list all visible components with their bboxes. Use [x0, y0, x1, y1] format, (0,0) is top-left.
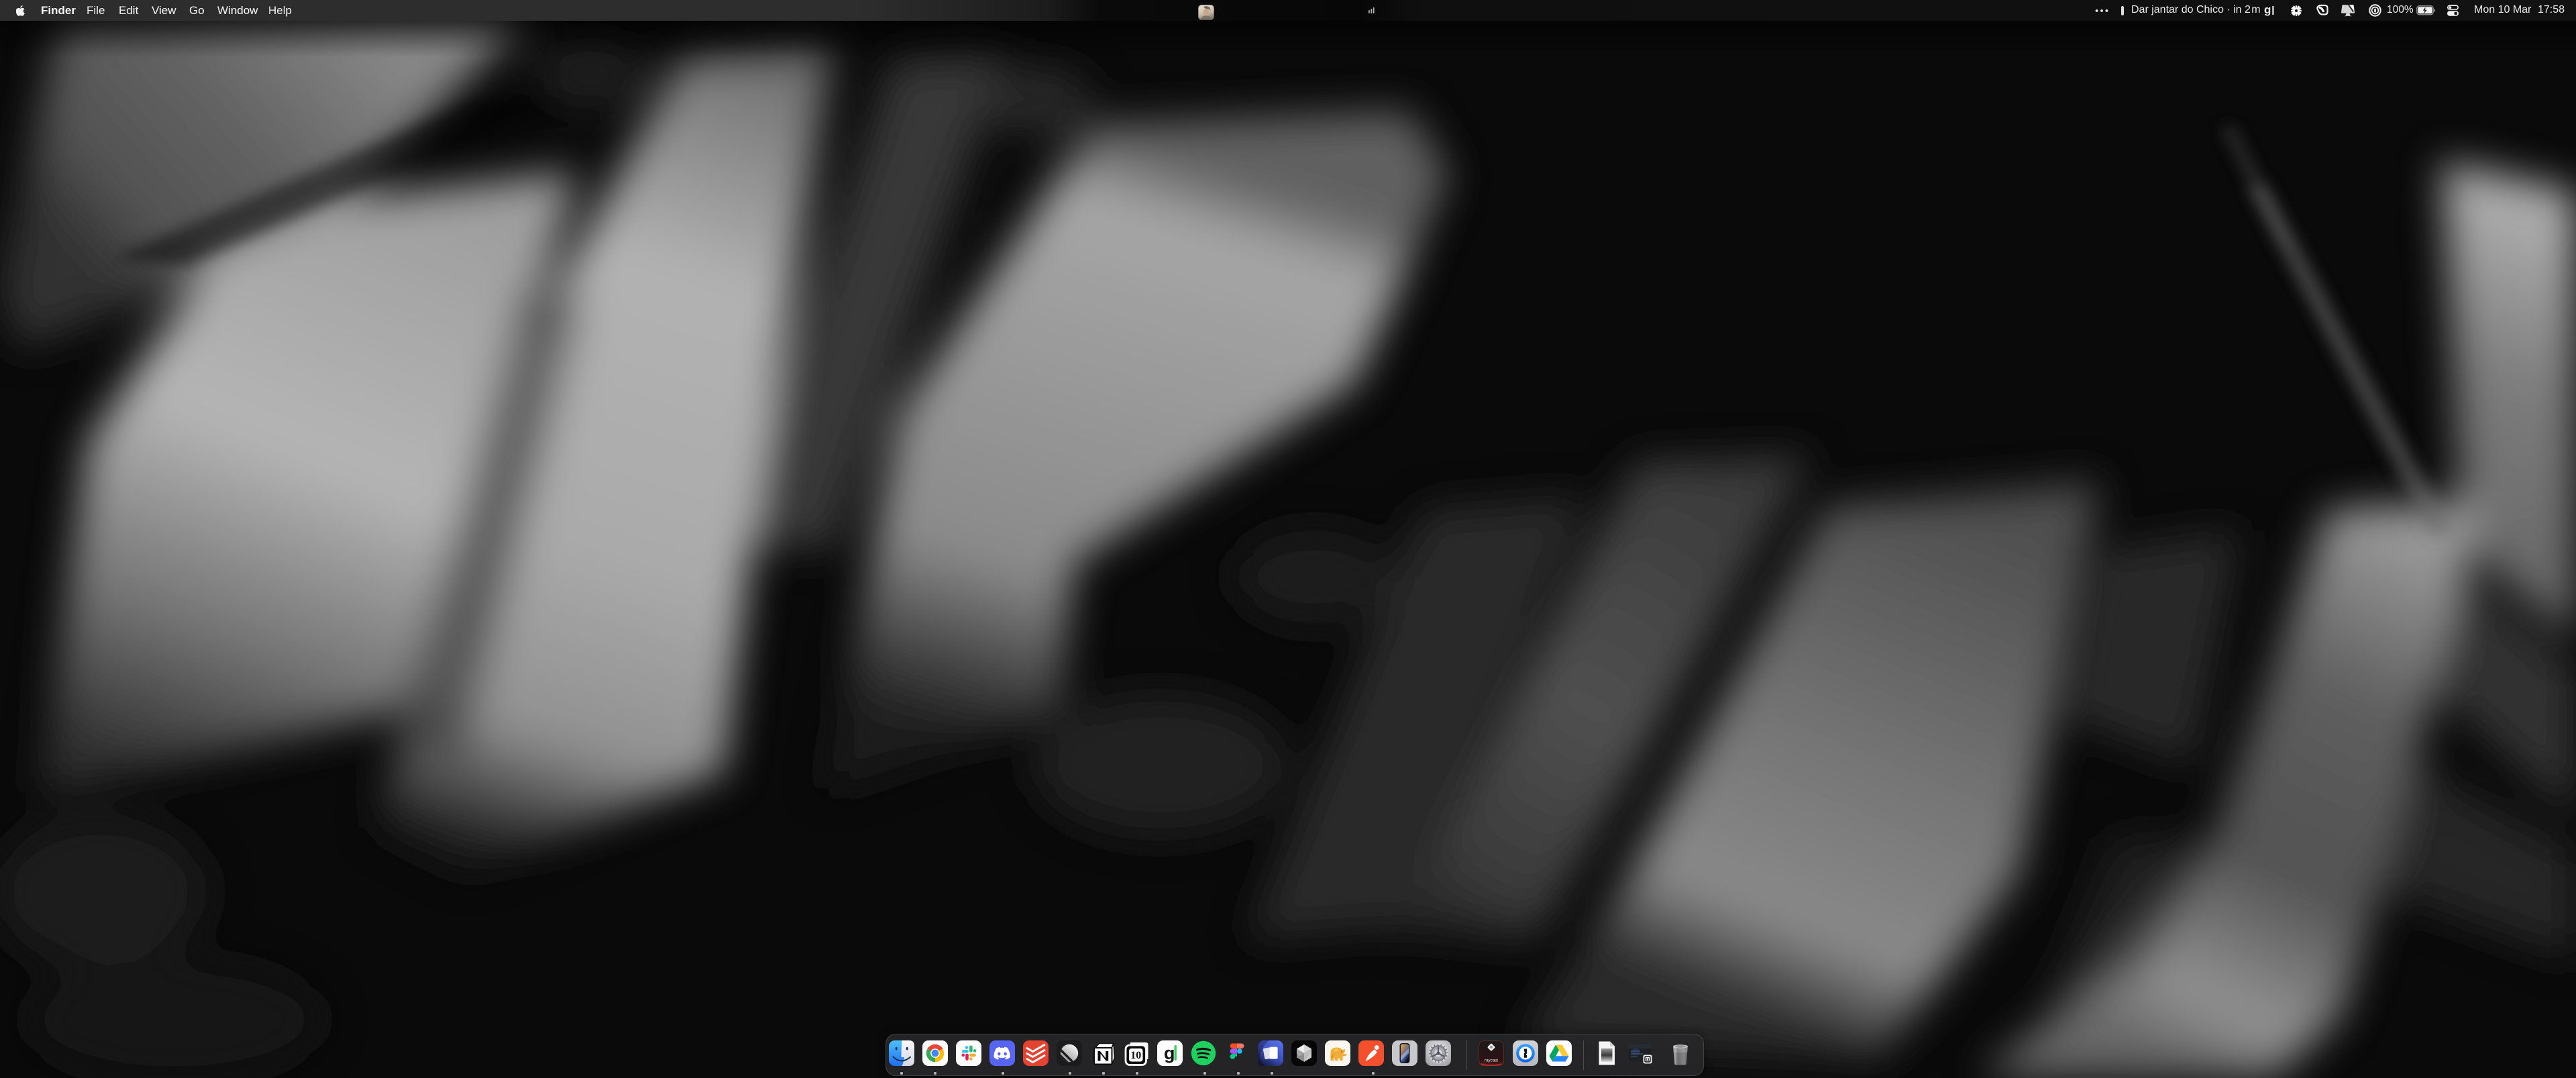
svg-text:g: g [1164, 1043, 1175, 1063]
svg-text:11: 11 [1646, 1059, 1650, 1063]
svg-text:raycast: raycast [1485, 1059, 1498, 1063]
svg-text:10: 10 [1130, 1050, 1141, 1061]
